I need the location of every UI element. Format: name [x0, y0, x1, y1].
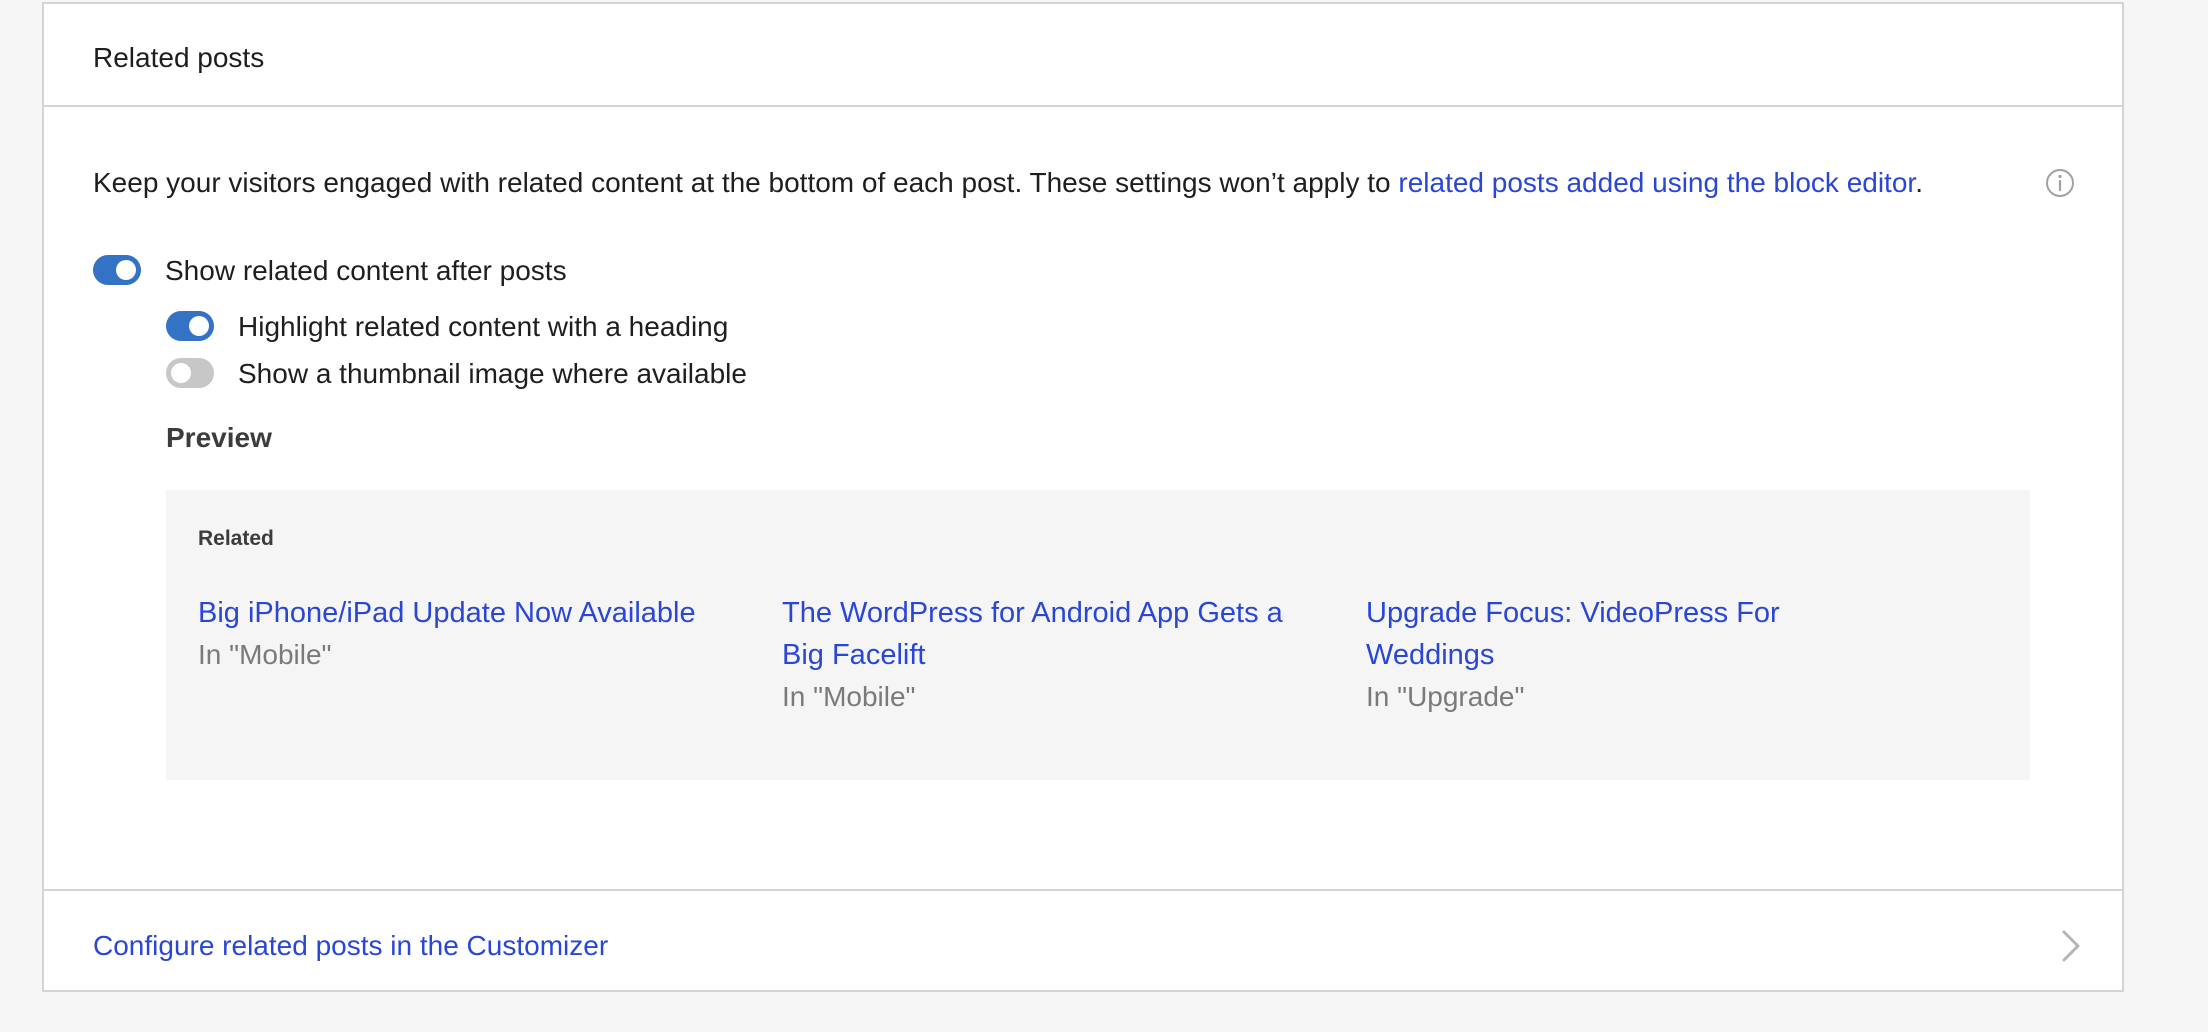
customizer-link-row[interactable]: Configure related posts in the Customize… — [44, 889, 2122, 992]
related-posts-card: Related posts Keep your visitors engaged… — [42, 2, 2124, 992]
customizer-link[interactable]: Configure related posts in the Customize… — [93, 929, 608, 963]
card-description: Keep your visitors engaged with related … — [93, 166, 1923, 200]
preview-heading: Preview — [166, 422, 272, 453]
show-thumbnail-toggle[interactable] — [166, 358, 214, 388]
description-suffix: . — [1915, 167, 1923, 198]
show-thumbnail-label: Show a thumbnail image where available — [238, 358, 747, 389]
related-post-category: In "Mobile" — [782, 681, 916, 712]
related-post-item: The WordPress for Android App Gets a Big… — [782, 592, 1322, 718]
card-title: Related posts — [93, 42, 265, 73]
related-post-title[interactable]: Upgrade Focus: VideoPress For Weddings — [1366, 592, 1846, 676]
show-related-label: Show related content after posts — [165, 255, 567, 286]
related-post-category: In "Mobile" — [198, 639, 332, 670]
related-post-title[interactable]: The WordPress for Android App Gets a Big… — [782, 592, 1322, 676]
info-circle-icon[interactable] — [2044, 167, 2076, 199]
card-header: Related posts — [44, 4, 2122, 107]
highlight-heading-label: Highlight related content with a heading — [238, 311, 729, 342]
block-editor-link[interactable]: related posts added using the block edit… — [1398, 167, 1915, 198]
related-post-category: In "Upgrade" — [1366, 681, 1525, 712]
show-related-toggle[interactable] — [93, 255, 141, 285]
toggle-knob — [189, 316, 209, 336]
description-text: Keep your visitors engaged with related … — [93, 167, 1399, 198]
related-posts-preview: Related Big iPhone/iPad Update Now Avail… — [166, 490, 2030, 780]
toggle-knob — [116, 260, 136, 280]
related-heading: Related — [198, 527, 274, 550]
related-post-title[interactable]: Big iPhone/iPad Update Now Available — [198, 592, 758, 634]
related-post-item: Upgrade Focus: VideoPress For Weddings I… — [1366, 592, 1846, 718]
chevron-right-icon[interactable] — [2056, 928, 2084, 964]
toggle-knob — [171, 363, 191, 383]
related-post-item: Big iPhone/iPad Update Now Available In … — [198, 592, 758, 676]
highlight-heading-toggle[interactable] — [166, 311, 214, 341]
